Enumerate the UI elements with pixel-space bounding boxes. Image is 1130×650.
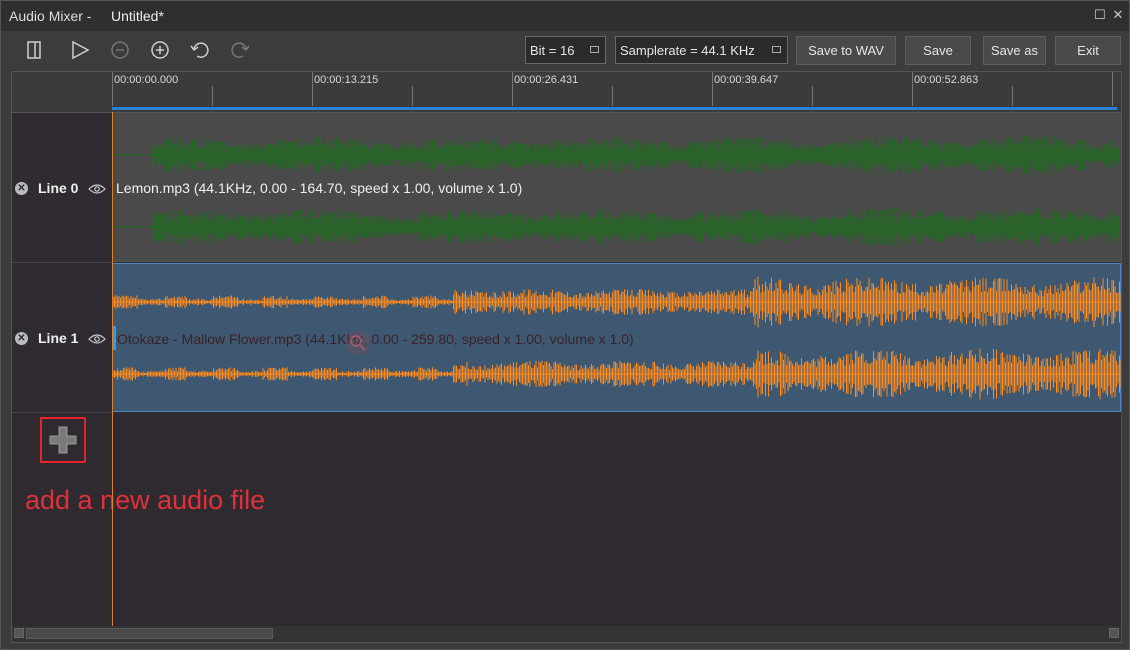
play-icon[interactable] [69,39,91,61]
visibility-eye-icon[interactable] [88,182,106,194]
waveform-channel-right [112,206,1121,248]
audio-mixer-window: Audio Mixer - Untitled* ☐ ✕ Bit = 16 Sam… [0,0,1130,650]
ruler-label: 00:00:52.863 [914,74,979,86]
track-clip-line-0[interactable]: Lemon.mp3 (44.1KHz, 0.00 - 164.70, speed… [112,113,1121,262]
remove-track-icon[interactable]: ✕ [15,332,28,345]
scrollbar-thumb[interactable] [26,628,273,639]
scroll-right-button[interactable] [1109,628,1119,638]
track-header-line-0: ✕ Line 0 [12,113,112,263]
ruler-corner [12,72,112,113]
add-audio-plus-icon[interactable] [48,425,78,455]
scroll-left-button[interactable] [14,628,24,638]
zoom-out-icon[interactable] [109,39,131,61]
bit-depth-value: Bit = 16 [530,43,575,58]
track-header-line-1: ✕ Line 1 [12,263,112,413]
ruler-label: 00:00:39.647 [714,74,779,86]
track-clip-line-1[interactable]: Otokaze - Mallow Flower.mp3 (44.1KHz, 0.… [112,263,1121,412]
close-window-button[interactable]: ✕ [1111,8,1125,22]
save-as-button[interactable]: Save as [983,36,1046,65]
document-title: Untitled* [111,8,164,24]
add-audio-highlight [40,417,86,463]
dropdown-icon [772,46,781,53]
samplerate-value: Samplerate = 44.1 KHz [620,43,755,58]
add-audio-annotation: add a new audio file [25,485,266,515]
save-to-wav-button[interactable]: Save to WAV [796,36,896,65]
track-name: Line 1 [38,330,79,346]
ruler-label: 00:00:00.000 [114,74,179,86]
save-button[interactable]: Save [905,36,971,65]
remove-track-icon[interactable]: ✕ [15,182,28,195]
exit-button[interactable]: Exit [1055,36,1121,65]
track-name: Line 0 [38,180,79,196]
horizontal-scrollbar[interactable] [12,626,1121,642]
panel-icon[interactable] [23,39,45,61]
waveform-channel-left [113,276,1121,328]
waveform-channel-right [113,348,1121,400]
clip-label: Otokaze - Mallow Flower.mp3 (44.1KHz, 0.… [117,331,634,347]
bit-depth-select[interactable]: Bit = 16 [525,36,606,64]
visibility-eye-icon[interactable] [88,332,106,344]
playhead[interactable] [112,112,113,626]
dropdown-icon [590,46,599,53]
clip-label: Lemon.mp3 (44.1KHz, 0.00 - 164.70, speed… [116,180,523,196]
samplerate-select[interactable]: Samplerate = 44.1 KHz [615,36,788,64]
zoom-in-icon[interactable] [149,39,171,61]
timeline-ruler[interactable]: 00:00:00.000 00:00:13.215 00:00:26.431 0… [112,72,1121,113]
mixer-panel: 00:00:00.000 00:00:13.215 00:00:26.431 0… [11,71,1122,643]
waveform-channel-left [112,134,1121,176]
title-bar: Audio Mixer - Untitled* ☐ ✕ [1,1,1129,31]
maximize-button[interactable]: ☐ [1093,8,1107,22]
ruler-label: 00:00:13.215 [314,74,379,86]
ruler-range-bar [112,107,1117,110]
toolbar: Bit = 16 Samplerate = 44.1 KHz Save to W… [1,31,1129,71]
app-title: Audio Mixer - [9,8,92,24]
ruler-label: 00:00:26.431 [514,74,579,86]
redo-icon[interactable] [229,39,251,61]
undo-icon[interactable] [189,39,211,61]
